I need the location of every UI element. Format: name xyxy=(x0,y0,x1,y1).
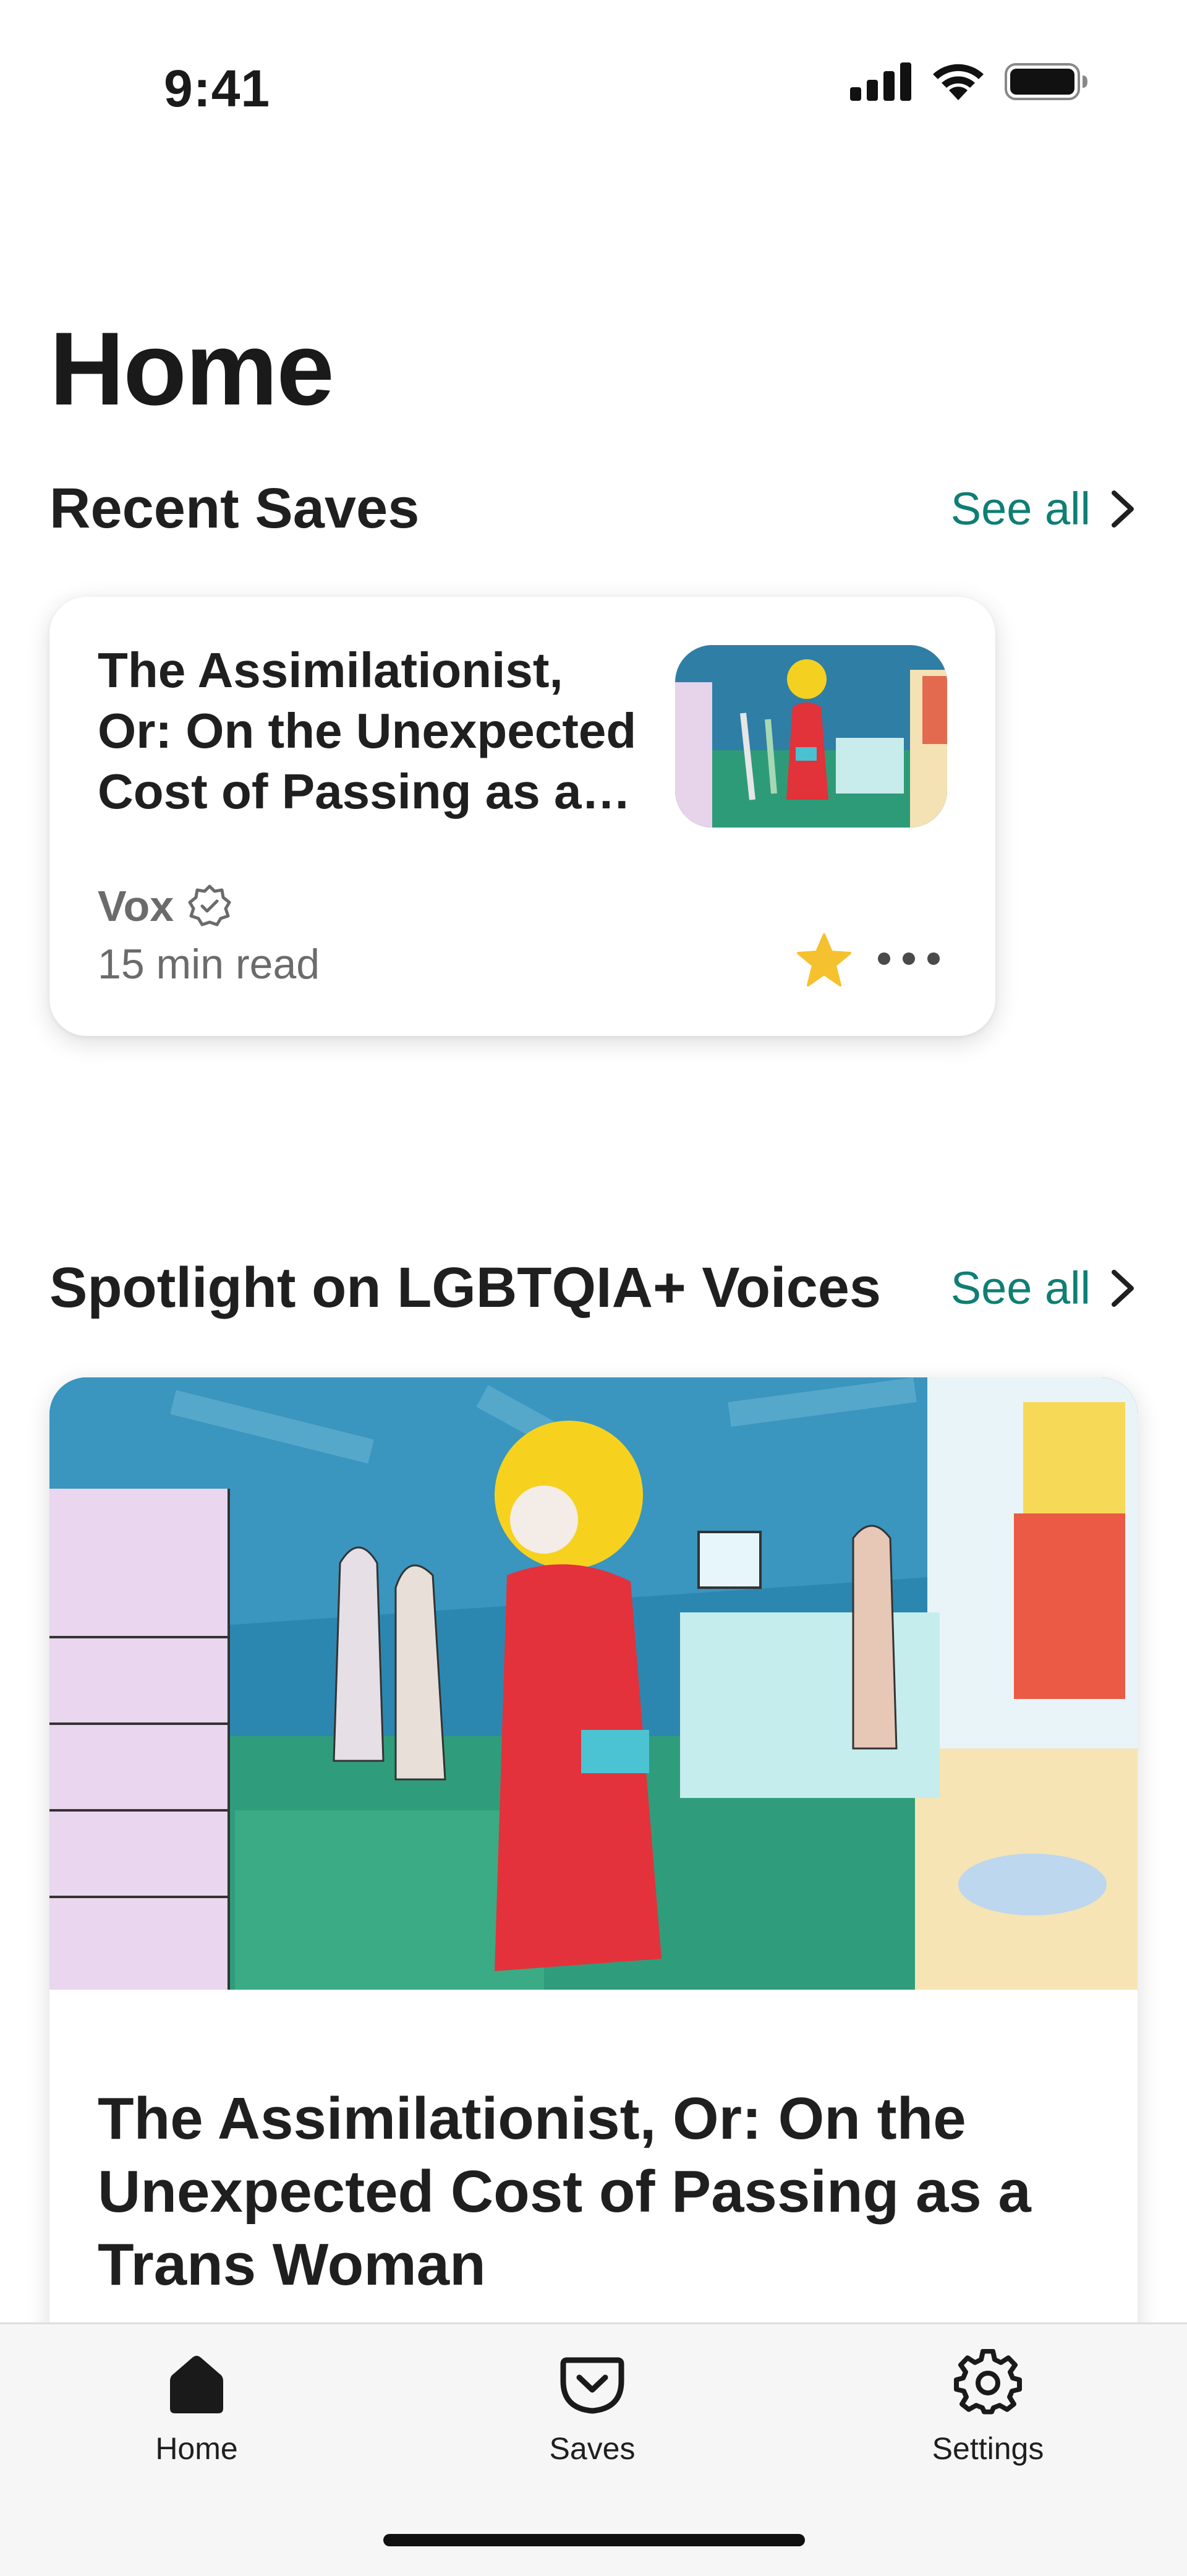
tab-label: Settings xyxy=(932,2431,1044,2466)
verified-badge-icon xyxy=(188,884,231,926)
chevron-right-icon xyxy=(1112,490,1134,528)
status-time: 9:41 xyxy=(164,59,271,118)
page-title: Home xyxy=(49,310,334,427)
recent-saves-heading: Recent Saves xyxy=(49,477,420,540)
article-hero-image xyxy=(49,1377,1138,1990)
battery-icon xyxy=(1005,63,1087,100)
see-all-label: See all xyxy=(950,1262,1091,1314)
more-options-icon[interactable] xyxy=(878,952,940,967)
tab-home[interactable]: Home xyxy=(73,2324,320,2485)
spotlight-heading: Spotlight on LGBTQIA+ Voices xyxy=(49,1256,882,1319)
status-icons xyxy=(850,62,1088,101)
see-all-label: See all xyxy=(950,483,1091,534)
cellular-signal-icon xyxy=(850,62,911,101)
tab-label: Home xyxy=(155,2431,238,2466)
home-icon xyxy=(170,2356,223,2413)
article-thumbnail xyxy=(675,645,947,828)
article-headline: The Assimilationist, Or: On the Unexpect… xyxy=(98,2086,1031,2298)
article-title: The Assimilationist, Or: On the Unexpect… xyxy=(98,643,637,819)
source-name: Vox xyxy=(98,882,174,930)
pocket-icon xyxy=(560,2357,624,2414)
home-indicator xyxy=(383,2534,805,2546)
spotlight-see-all-link[interactable]: See all xyxy=(951,1262,1138,1314)
tab-saves[interactable]: Saves xyxy=(469,2324,716,2485)
article-source: Vox xyxy=(98,881,232,931)
wifi-icon xyxy=(933,64,984,100)
gear-icon xyxy=(954,2349,1022,2415)
favorite-star-icon[interactable] xyxy=(794,931,854,990)
tab-settings[interactable]: Settings xyxy=(864,2324,1112,2485)
recent-save-card[interactable]: The Assimilationist, Or: On the Unexpect… xyxy=(49,597,995,1036)
chevron-right-icon xyxy=(1112,1269,1134,1307)
recent-saves-see-all-link[interactable]: See all xyxy=(951,482,1138,535)
tab-label: Saves xyxy=(549,2431,636,2466)
read-time: 15 min read xyxy=(98,941,320,988)
